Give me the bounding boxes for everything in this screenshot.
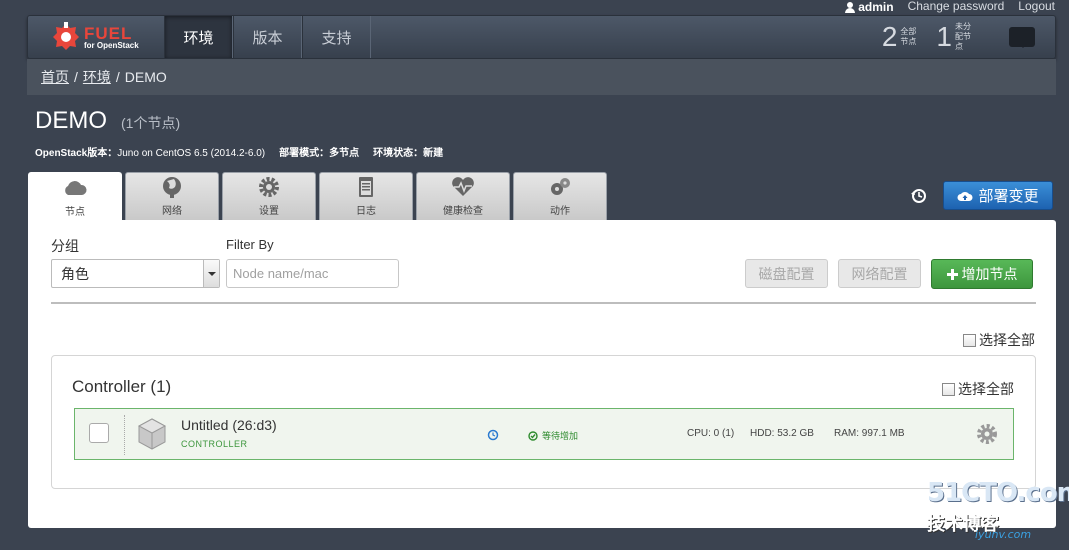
node-group-controller: Controller (1) 选择全部 Untitled (26:d3) CON… <box>51 355 1036 489</box>
node-status: 等待增加 <box>528 429 578 442</box>
user-bar: admin Change password Logout <box>845 0 1055 14</box>
tab-network[interactable]: 网络 <box>125 172 219 220</box>
change-password-link[interactable]: Change password <box>908 0 1005 14</box>
gear-icon <box>259 177 279 197</box>
cluster-name: DEMO <box>35 107 107 134</box>
group-by-label: 分组 <box>51 238 79 254</box>
breadcrumb-separator: / <box>115 69 120 85</box>
filter-input[interactable] <box>226 259 399 288</box>
server-box-icon <box>137 418 167 450</box>
total-nodes-count: 2 <box>881 21 898 52</box>
node-cpu: CPU: 0 (1) <box>687 428 735 439</box>
tab-logs[interactable]: 日志 <box>319 172 413 220</box>
gears-icon <box>551 178 570 195</box>
nav-tab-releases[interactable]: 版本 <box>233 16 302 58</box>
tab-label: 动作 <box>550 206 570 217</box>
plus-icon <box>946 268 958 280</box>
tab-label: 健康检查 <box>443 206 483 217</box>
notifications-icon[interactable] <box>1009 27 1035 48</box>
gear-icon[interactable] <box>976 423 998 445</box>
node-checkbox[interactable] <box>89 423 109 443</box>
username: admin <box>858 0 894 14</box>
select-all-label: 选择全部 <box>979 332 1035 348</box>
fuel-logo[interactable]: FUEL for OpenStack <box>28 16 164 58</box>
cluster-header: DEMO (1个节点) <box>35 107 180 135</box>
group-select-all-checkbox[interactable]: 选择全部 <box>942 379 1014 399</box>
breadcrumb-home[interactable]: 首页 <box>41 67 69 87</box>
cluster-node-count: (1个节点) <box>121 115 181 131</box>
nav-tab-support[interactable]: 支持 <box>302 16 371 58</box>
user-menu[interactable]: admin <box>845 0 894 14</box>
watermark: 51CTO.com 技术博客 运维网 iyunv.com <box>925 478 1069 546</box>
node-divider <box>124 415 125 455</box>
checkbox[interactable] <box>942 382 955 396</box>
unallocated-nodes-stat[interactable]: 1 未分配节点 <box>936 16 977 58</box>
check-circle-icon <box>528 430 538 441</box>
node-hdd: HDD: 53.2 GB <box>750 428 814 439</box>
add-nodes-button[interactable]: 增加节点 <box>931 259 1033 289</box>
disk-config-button[interactable]: 磁盘配置 <box>745 259 828 288</box>
node-status-text: 等待增加 <box>542 431 579 441</box>
breadcrumb-current: DEMO <box>124 69 167 85</box>
heart-pulse-icon <box>452 177 474 196</box>
chevron-down-icon[interactable] <box>203 260 219 287</box>
tab-label: 网络 <box>162 206 182 217</box>
history-icon[interactable] <box>487 429 499 441</box>
logo-subtitle: for OpenStack <box>84 40 139 50</box>
tab-label: 日志 <box>356 206 376 217</box>
nav-tab-environments[interactable]: 环境 <box>164 16 233 58</box>
tab-health-check[interactable]: 健康检查 <box>416 172 510 220</box>
unallocated-nodes-count: 1 <box>936 21 952 52</box>
watermark-url: iyunv.com <box>975 528 1032 541</box>
deploy-mode-label: 部署模式： <box>279 148 330 159</box>
tab-label: 设置 <box>259 206 279 217</box>
tab-settings[interactable]: 设置 <box>222 172 316 220</box>
toolbar-divider <box>51 302 1036 304</box>
cluster-tabs: 节点 网络 设置 日志 健康检查 动作 <box>28 172 607 221</box>
nodes-panel: 分组 Filter By 角色 磁盘配置 网络配置 增加节点 选择全部 Cont… <box>28 220 1056 528</box>
env-status-label: 环境状态： <box>373 148 424 159</box>
total-nodes-label: 全部节点 <box>900 27 917 46</box>
tab-nodes[interactable]: 节点 <box>28 172 122 221</box>
network-config-button[interactable]: 网络配置 <box>838 259 921 288</box>
node-name[interactable]: Untitled (26:d3) <box>181 417 277 433</box>
breadcrumb-separator: / <box>74 69 78 85</box>
group-title: Controller (1) <box>72 377 172 396</box>
breadcrumb-environments[interactable]: 环境 <box>83 67 111 87</box>
cloud-icon <box>65 181 87 195</box>
unallocated-nodes-label: 未分配节点 <box>955 22 971 51</box>
openstack-release-value: Juno on CentOS 6.5 (2014.2-6.0) <box>117 148 266 159</box>
group-by-select[interactable]: 角色 <box>51 259 220 288</box>
add-nodes-label: 增加节点 <box>961 266 1018 282</box>
node-role: CONTROLLER <box>181 439 248 449</box>
logo-title: FUEL <box>84 23 133 43</box>
watermark-sub2: 运维网 <box>1005 510 1042 524</box>
filter-by-label: Filter By <box>226 237 274 252</box>
group-by-value: 角色 <box>61 265 89 282</box>
cluster-meta: OpenStack版本：Juno on CentOS 6.5 (2014.2-6… <box>35 144 443 159</box>
total-nodes-stat[interactable]: 2 全部节点 <box>882 16 923 58</box>
deploy-changes-button[interactable]: 部署变更 <box>943 181 1053 210</box>
clipboard-icon <box>359 177 373 197</box>
cloud-upload-icon <box>957 191 973 201</box>
user-icon <box>845 1 856 13</box>
fuel-logo-icon <box>53 22 79 50</box>
select-all-label: 选择全部 <box>958 381 1014 397</box>
env-status-value: 新建 <box>423 148 444 159</box>
tab-actions[interactable]: 动作 <box>513 172 607 220</box>
top-navbar: FUEL for OpenStack 环境 版本 支持 2 全部节点 1 未分配… <box>27 15 1056 59</box>
openstack-release-label: OpenStack版本： <box>35 148 118 159</box>
node-row[interactable]: Untitled (26:d3) CONTROLLER 等待增加 CPU: 0 … <box>74 408 1014 460</box>
deploy-label: 部署变更 <box>978 188 1039 205</box>
tab-label: 节点 <box>65 207 85 218</box>
node-ram: RAM: 997.1 MB <box>834 428 905 439</box>
select-all-checkbox[interactable]: 选择全部 <box>963 330 1035 350</box>
checkbox[interactable] <box>963 333 976 347</box>
logout-link[interactable]: Logout <box>1018 0 1055 14</box>
watermark-main: 51CTO.com <box>927 478 1069 508</box>
breadcrumb: 首页 / 环境 / DEMO <box>27 59 1056 95</box>
deploy-mode-value: 多节点 <box>329 148 360 159</box>
history-icon[interactable] <box>911 188 927 204</box>
globe-icon <box>163 177 181 198</box>
